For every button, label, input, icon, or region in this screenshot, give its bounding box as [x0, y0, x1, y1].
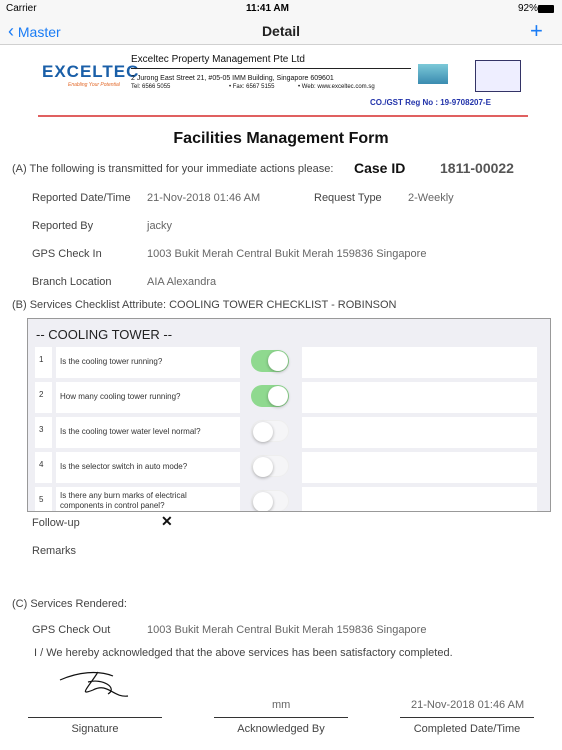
item-question: Is there any burn marks of electrical co…	[60, 491, 187, 510]
reported-dt-label: Reported Date/Time	[32, 192, 131, 204]
item-question-cell: Is the cooling tower water level normal?	[56, 417, 240, 448]
request-type-value: 2-Weekly	[408, 192, 454, 204]
checklist-panel[interactable]: -- COOLING TOWER -- 1 Is the cooling tow…	[27, 318, 551, 512]
company-logo: EXCELTEC	[42, 62, 140, 81]
certification-logo	[475, 60, 521, 92]
ack-text: I / We hereby acknowledged that the abov…	[34, 647, 453, 659]
close-icon[interactable]: ✕	[161, 513, 173, 530]
item-remark-input[interactable]	[302, 452, 537, 483]
reg-number: CO./GST Reg No : 19-9708207-E	[370, 98, 491, 107]
reported-by-label: Reported By	[32, 220, 94, 232]
item-toggle[interactable]	[251, 455, 289, 477]
item-question-cell: Is the cooling tower running?	[56, 347, 240, 378]
clock: 11:41 AM	[246, 3, 289, 14]
signature-image	[59, 671, 129, 697]
item-number-cell: 3	[35, 417, 52, 448]
gps-out-label: GPS Check Out	[32, 624, 111, 636]
item-number: 5	[39, 495, 44, 504]
completed-line	[400, 717, 534, 718]
item-question-cell: Is the selector switch in auto mode?	[56, 452, 240, 483]
case-id-label: Case ID	[354, 160, 406, 176]
section-b-heading: (B) Services Checklist Attribute: COOLIN…	[12, 299, 397, 311]
item-question: Is the cooling tower water level normal?	[60, 427, 201, 436]
followup-label: Follow-up	[32, 517, 80, 529]
battery-icon	[538, 5, 554, 13]
signature-label: Signature	[71, 723, 119, 735]
tagline: Enabling Your Potential	[68, 82, 120, 88]
item-toggle[interactable]	[251, 490, 289, 511]
item-number: 2	[39, 390, 44, 399]
item-remark-input[interactable]	[302, 347, 537, 378]
tel: Tel: 6566 5055	[131, 84, 171, 90]
completed-value: 21-Nov-2018 01:46 AM	[411, 699, 525, 711]
carrier: Carrier	[6, 3, 37, 14]
item-remark-input[interactable]	[302, 487, 537, 511]
item-number-cell: 1	[35, 347, 52, 378]
section-a-heading: (A) The following is transmitted for you…	[12, 163, 334, 175]
checklist-header: -- COOLING TOWER --	[36, 327, 173, 342]
item-question: Is the cooling tower running?	[60, 357, 163, 366]
signature-line	[28, 717, 162, 718]
item-number-cell: 4	[35, 452, 52, 483]
ack-by-label: Acknowledged By	[237, 723, 325, 735]
item-toggle[interactable]	[251, 385, 289, 407]
item-remark-input[interactable]	[302, 417, 537, 448]
branch-label: Branch Location	[32, 276, 112, 288]
battery-level: 92%	[518, 3, 539, 14]
case-id-value: 1811-00022	[440, 160, 514, 176]
item-number: 1	[39, 355, 44, 364]
ack-by-value: mm	[272, 699, 291, 711]
reported-dt-value: 21-Nov-2018 01:46 AM	[147, 192, 261, 204]
address: 2 Jurong East Street 21, #05-05 IMM Buil…	[131, 75, 334, 82]
nav-title: Detail	[261, 23, 301, 39]
gps-in-value: 1003 Bukit Merah Central Bukit Merah 159…	[147, 248, 427, 260]
section-c-heading: (C) Services Rendered:	[12, 598, 127, 610]
item-question: Is the selector switch in auto mode?	[60, 462, 188, 471]
item-number: 3	[39, 425, 44, 434]
plus-icon[interactable]: +	[530, 18, 543, 44]
request-type-label: Request Type	[314, 192, 382, 204]
completed-label: Completed Date/Time	[413, 723, 521, 735]
branch-value: AIA Alexandra	[147, 276, 217, 288]
gps-out-value: 1003 Bukit Merah Central Bukit Merah 159…	[147, 624, 427, 636]
divider	[38, 115, 528, 117]
item-toggle[interactable]	[251, 350, 289, 372]
item-number-cell: 2	[35, 382, 52, 413]
reported-by-value: jacky	[147, 220, 173, 232]
status-bar: Carrier 11:41 AM 92%	[0, 0, 562, 18]
web: • Web: www.exceltec.com.sg	[298, 84, 375, 90]
item-toggle[interactable]	[251, 420, 289, 442]
remarks-label: Remarks	[32, 545, 77, 557]
letterhead: EXCELTEC Enabling Your Potential Excelte…	[38, 50, 528, 120]
association-logo	[418, 64, 448, 84]
nav-bar: ‹ Master Detail +	[0, 18, 562, 45]
company-name: Exceltec Property Management Pte Ltd	[131, 54, 411, 69]
gps-in-label: GPS Check In	[32, 248, 102, 260]
item-remark-input[interactable]	[302, 382, 537, 413]
item-question: How many cooling tower running?	[60, 392, 181, 401]
item-question-cell: Is there any burn marks of electrical co…	[56, 487, 240, 511]
item-number: 4	[39, 460, 44, 469]
fax: • Fax: 6567 5155	[229, 84, 275, 90]
ack-line	[214, 717, 348, 718]
page-title: Facilities Management Form	[173, 130, 389, 147]
item-question-cell: How many cooling tower running?	[56, 382, 240, 413]
item-number-cell: 5	[35, 487, 52, 511]
